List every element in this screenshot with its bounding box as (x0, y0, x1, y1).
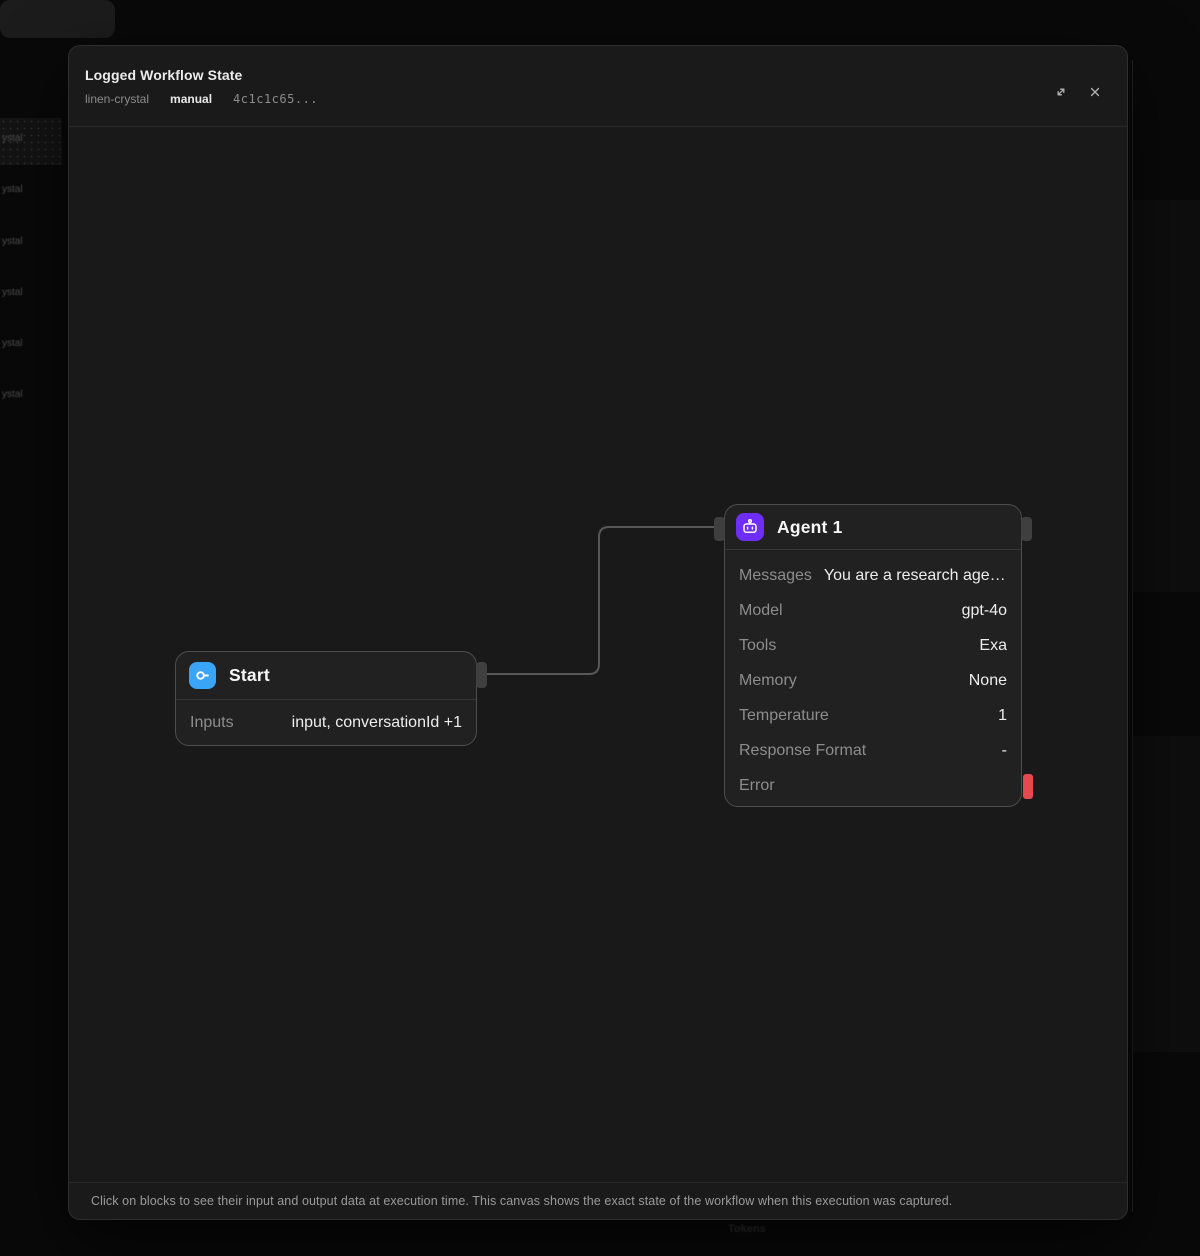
canvas-hint-text: Click on blocks to see their input and o… (91, 1194, 952, 1208)
agent-memory-row: Memory None (725, 663, 1021, 698)
close-icon (1087, 84, 1103, 100)
row-value: None (969, 672, 1007, 690)
row-label: Error (739, 777, 775, 795)
agent-model-row: Model gpt-4o (725, 593, 1021, 628)
row-value: You are a research agen... (824, 567, 1007, 585)
row-label: Messages (739, 567, 812, 585)
error-indicator (1023, 774, 1033, 799)
background-panel (1133, 736, 1200, 1052)
robot-icon (736, 513, 764, 541)
row-label: Temperature (739, 707, 829, 725)
logged-workflow-state-dialog: Logged Workflow State linen-crystal manu… (68, 45, 1128, 1220)
row-label: Response Format (739, 742, 866, 760)
row-label: Tools (739, 637, 776, 655)
background-sidebar-item: ystal (2, 389, 62, 405)
agent-node-rows: Messages You are a research agen... Mode… (725, 550, 1021, 803)
start-node-header: Start (176, 652, 476, 700)
background-sidebar-item: ystal (2, 236, 62, 252)
close-button[interactable] (1083, 80, 1107, 104)
agent-output-handle[interactable] (1021, 517, 1032, 541)
agent-node-header: Agent 1 (725, 505, 1021, 550)
start-connector-icon (189, 662, 216, 689)
background-sidebar-item: ystal (2, 184, 62, 200)
background-sidebar-item: ystal (2, 287, 62, 303)
agent-input-handle[interactable] (714, 517, 725, 541)
start-output-handle[interactable] (476, 662, 487, 688)
row-value: input, conversationId +1 (292, 714, 462, 732)
agent-tools-row: Tools Exa (725, 628, 1021, 663)
row-value: gpt-4o (962, 602, 1007, 620)
node-start[interactable]: Start Inputs input, conversationId +1 (175, 651, 477, 746)
row-label: Inputs (190, 714, 234, 732)
agent-error-row: Error (725, 768, 1021, 803)
background-tab (0, 0, 115, 38)
row-value: - (1002, 742, 1007, 760)
workflow-name: linen-crystal (85, 92, 149, 106)
background-sidebar-item: ystal (2, 338, 62, 354)
background-sidebar-item: ystal (2, 133, 62, 149)
dialog-header: Logged Workflow State linen-crystal manu… (69, 46, 1127, 127)
row-label: Memory (739, 672, 797, 690)
agent-node-title: Agent 1 (777, 517, 843, 538)
row-value: Exa (979, 637, 1007, 655)
background-tokens-column-header: Tokens (728, 1223, 766, 1235)
node-agent-1[interactable]: Agent 1 Messages You are a research agen… (724, 504, 1022, 807)
agent-response-format-row: Response Format - (725, 733, 1021, 768)
execution-id: 4c1c1c65... (233, 92, 318, 106)
background-panel (1133, 200, 1200, 592)
start-node-title: Start (229, 665, 270, 686)
execution-meta: linen-crystal manual 4c1c1c65... (85, 92, 318, 106)
row-label: Model (739, 602, 783, 620)
expand-button[interactable] (1049, 80, 1073, 104)
dialog-title: Logged Workflow State (85, 67, 242, 83)
agent-messages-row: Messages You are a research agen... (725, 558, 1021, 593)
start-inputs-row: Inputs input, conversationId +1 (176, 700, 476, 745)
trigger-badge: manual (170, 92, 212, 106)
row-value: 1 (998, 707, 1007, 725)
dialog-footer: Click on blocks to see their input and o… (69, 1182, 1127, 1219)
agent-temperature-row: Temperature 1 (725, 698, 1021, 733)
expand-diagonal-icon (1053, 84, 1069, 100)
workflow-canvas[interactable]: Start Inputs input, conversationId +1 (69, 128, 1127, 1184)
